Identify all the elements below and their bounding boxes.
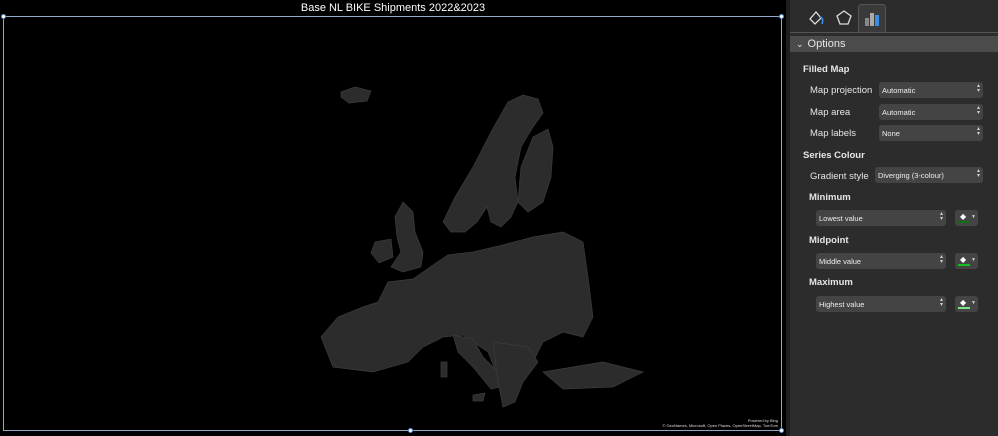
midpoint-color-button[interactable]: ◆ ▼ [955,253,978,269]
filled-map-heading: Filled Map [803,64,850,75]
stepper-arrows-icon: ▴ ▾ [939,297,943,308]
resize-handle[interactable] [779,14,784,19]
bar-chart-options-icon [865,12,879,26]
midpoint-heading: Midpoint [809,235,849,246]
map-labels-label: Map labels [810,128,856,139]
effects-pentagon-icon [836,10,852,25]
map-projection-label: Map projection [810,85,873,96]
map-area-label: Map area [810,107,851,118]
paint-bucket-icon: ◆ [960,298,967,307]
series-colour-heading: Series Colour [803,150,865,161]
chart-title: Base NL BIKE Shipments 2022&2023 [300,2,486,14]
stepper-arrows-icon: ▴ ▾ [939,211,943,222]
resize-handle[interactable] [408,428,413,433]
select-value: Diverging (3-colour) [878,170,944,180]
tab-divider [790,32,998,33]
dropdown-arrow-icon: ▼ [971,214,976,220]
maximum-heading: Maximum [809,277,853,288]
color-swatch [958,307,970,309]
select-value: Automatic [882,107,916,117]
select-value: None [882,128,900,138]
dropdown-arrow-icon: ▼ [971,300,976,306]
tab-fill-line[interactable] [802,4,830,32]
gradient-style-select[interactable]: Diverging (3-colour) ▴ ▾ [875,167,983,183]
maximum-color-button[interactable]: ◆ ▼ [955,296,978,312]
select-value: Middle value [819,256,862,266]
color-swatch [958,221,970,223]
resize-handle[interactable] [1,14,6,19]
stepper-arrows-icon: ▴ ▾ [976,83,980,94]
options-label: Options [807,38,846,50]
resize-handle[interactable] [779,428,784,433]
gradient-style-label: Gradient style [810,171,869,182]
minimum-select[interactable]: Lowest value ▴ ▾ [816,210,946,226]
stepper-arrows-icon: ▴ ▾ [939,254,943,265]
stepper-arrows-icon: ▴ ▾ [976,126,980,137]
stepper-arrows-icon: ▴ ▾ [976,168,980,179]
map-attribution: © GeoNames, Microsoft, Open Places, Open… [662,423,778,428]
format-pane: ⌄ Options Filled Map Map projection Autom… [790,0,998,436]
paint-bucket-icon: ◆ [960,255,967,264]
paint-bucket-icon: ◆ [960,212,967,221]
color-swatch [958,264,970,266]
tab-effects[interactable] [830,4,858,32]
map-projection-select[interactable]: Automatic ▴ ▾ [879,82,983,98]
chart-frame[interactable] [3,16,782,431]
map-chart[interactable]: Base NL BIKE Shipments 2022&2023 Powered… [0,0,786,436]
tab-series-options[interactable] [858,4,886,32]
select-value: Highest value [819,299,865,309]
stepper-arrows-icon: ▴ ▾ [976,105,980,116]
select-value: Lowest value [819,213,863,223]
maximum-select[interactable]: Highest value ▴ ▾ [816,296,946,312]
map-labels-select[interactable]: None ▴ ▾ [879,125,983,141]
minimum-heading: Minimum [809,192,851,203]
minimum-color-button[interactable]: ◆ ▼ [955,210,978,226]
fill-line-icon [809,10,824,25]
options-section-header[interactable]: ⌄ Options [790,36,998,52]
midpoint-select[interactable]: Middle value ▴ ▾ [816,253,946,269]
map-area-select[interactable]: Automatic ▴ ▾ [879,104,983,120]
dropdown-arrow-icon: ▼ [971,257,976,263]
select-value: Automatic [882,85,916,95]
chevron-down-icon: ⌄ [796,38,804,49]
